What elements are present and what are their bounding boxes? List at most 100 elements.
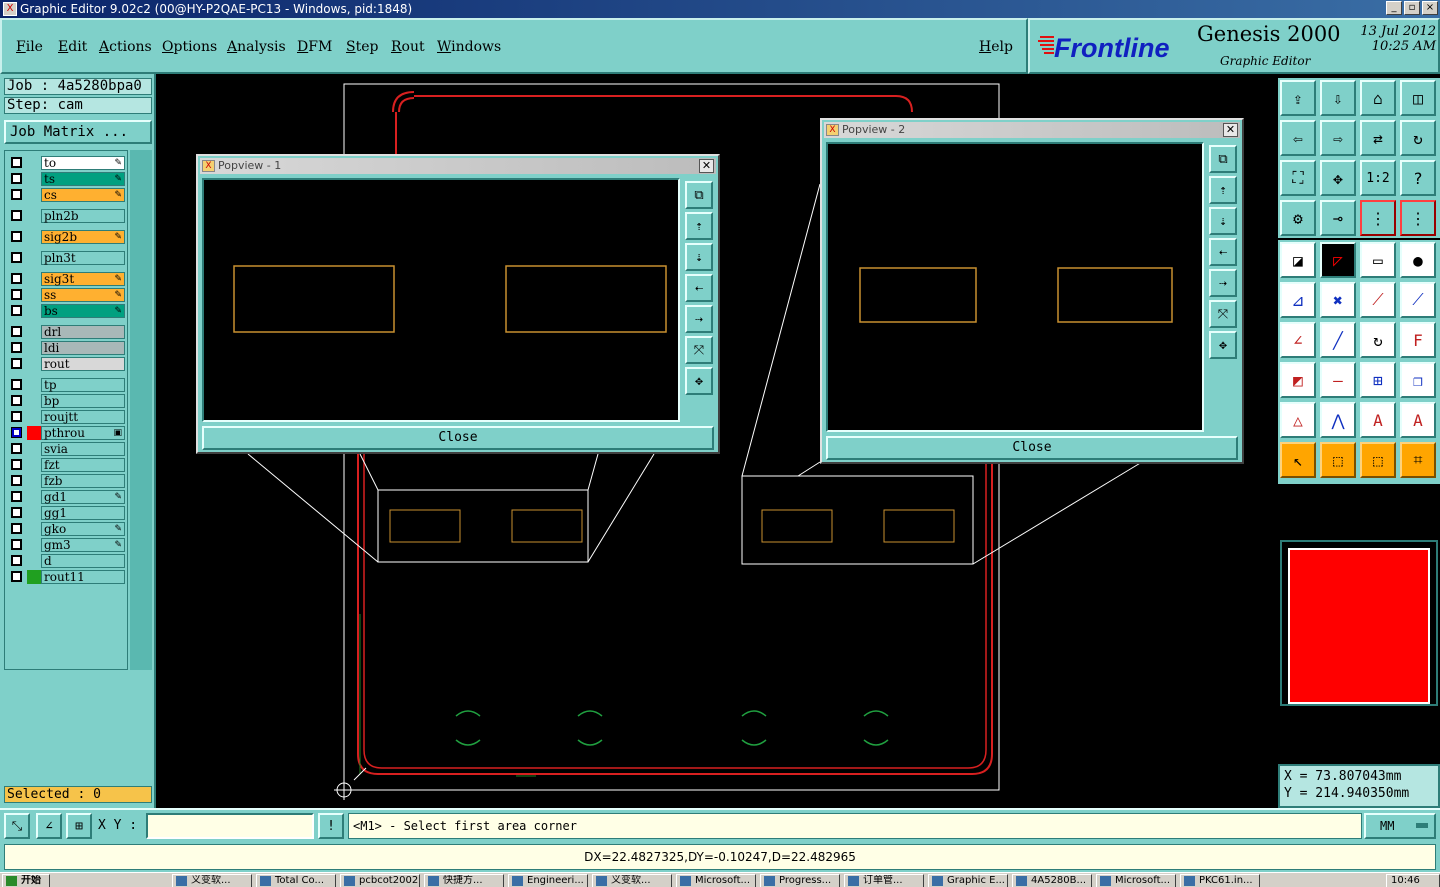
layer-row-ss[interactable]: ss ✎ (7, 288, 127, 302)
layer-name[interactable]: drl (41, 325, 125, 339)
layer-row-fzt[interactable]: fzt (7, 458, 127, 472)
layer-name[interactable]: ss ✎ (41, 288, 125, 302)
menu-windows[interactable]: Windows (437, 39, 501, 55)
pan-down-icon[interactable]: ⇩ (1320, 80, 1356, 116)
xy-input[interactable] (146, 813, 314, 839)
layer-checkbox[interactable] (11, 427, 22, 438)
angle-icon[interactable]: ∠ (1280, 322, 1316, 358)
layer-name[interactable]: svia (41, 442, 125, 456)
layer-name[interactable]: d (41, 554, 125, 568)
popview-2-close-button[interactable]: Close (826, 436, 1238, 460)
layer-checkbox[interactable] (11, 173, 22, 184)
popview-pan-down-icon[interactable]: ⇣ (685, 243, 713, 271)
taskbar-item[interactable]: 义变软... (172, 874, 252, 887)
menu-edit[interactable]: Edit (58, 39, 87, 55)
maximize-button[interactable]: ▫ (1404, 1, 1420, 15)
arc-icon[interactable]: ↻ (1360, 322, 1396, 358)
popview-1[interactable]: X Popview - 1 ✕ ⧉ ⇡ ⇣ ⇠ ⇢ ⤧ ✥ Close (196, 154, 720, 454)
layer-row-gko[interactable]: gko ✎ (7, 522, 127, 536)
layer-checkbox[interactable] (11, 507, 22, 518)
peak-icon[interactable]: ⋀ (1320, 402, 1356, 438)
popview-2-view[interactable] (826, 142, 1204, 432)
text-icon[interactable]: F (1400, 322, 1436, 358)
layer-row-pthrou[interactable]: pthrou ▣ (7, 426, 127, 440)
layer-checkbox[interactable] (11, 231, 22, 242)
taskbar-item[interactable]: Progress... (760, 874, 840, 887)
layer-name[interactable]: tp (41, 378, 125, 392)
snap-icon[interactable]: ⌗ (1400, 442, 1436, 478)
window-titlebar[interactable]: X Graphic Editor 9.02c2 (00@HY-P2QAE-PC1… (0, 0, 1440, 18)
taskbar-item[interactable]: pcbcot2002... (340, 874, 420, 887)
zoom-fit-icon[interactable]: ⛶ (1280, 160, 1316, 196)
split-view-icon[interactable]: ◫ (1400, 80, 1436, 116)
layer-name[interactable]: pthrou ▣ (41, 426, 125, 440)
settings-icon[interactable]: ⚙ (1280, 200, 1316, 236)
layer-checkbox[interactable] (11, 571, 22, 582)
layer-row-tp[interactable]: tp (7, 378, 127, 392)
popview-pan-right-icon[interactable]: ⇢ (685, 305, 713, 333)
popview-pan-right-icon[interactable]: ⇢ (1209, 269, 1237, 297)
layer-checkbox[interactable] (11, 411, 22, 422)
layer-name[interactable]: roujtt (41, 410, 125, 424)
popview-pan-up-icon[interactable]: ⇡ (1209, 176, 1237, 204)
snap-mode-icon[interactable]: ⤡ (4, 813, 30, 839)
layer-row-ldi[interactable]: ldi (7, 341, 127, 355)
line-add-icon[interactable]: ⟋ (1360, 282, 1396, 318)
layer-name[interactable]: bs ✎ (41, 304, 125, 318)
layer-checkbox[interactable] (11, 379, 22, 390)
layer-checkbox[interactable] (11, 305, 22, 316)
popview-zoom-fit-icon[interactable]: ⧉ (685, 181, 713, 209)
layer-name[interactable]: rout (41, 357, 125, 371)
layer-name[interactable]: ts ✎ (41, 172, 125, 186)
layer-checkbox[interactable] (11, 475, 22, 486)
minimize-button[interactable]: _ (1386, 1, 1402, 15)
units-dropdown[interactable]: MM (1364, 813, 1436, 839)
layer-name[interactable]: fzt (41, 458, 125, 472)
popview-1-titlebar[interactable]: X Popview - 1 ✕ (200, 158, 716, 174)
polygon-select-icon[interactable]: ◸ (1320, 242, 1356, 278)
layer-name[interactable]: rout11 (41, 570, 125, 584)
popview-pan-down-icon[interactable]: ⇣ (1209, 207, 1237, 235)
popview-zoom-in-icon[interactable]: ✥ (1209, 331, 1237, 359)
menu-analysis[interactable]: Analysis (227, 39, 286, 55)
layer-name[interactable]: pln3t (41, 251, 125, 265)
copy-icon[interactable]: ❐ (1400, 362, 1436, 398)
delete-feature-icon[interactable]: ✖ (1320, 282, 1356, 318)
layer-name[interactable]: pln2b (41, 209, 125, 223)
help-icon[interactable]: ? (1400, 160, 1436, 196)
taskbar-item[interactable]: 订单管... (844, 874, 924, 887)
layer-checkbox[interactable] (11, 342, 22, 353)
layer-row-gm3[interactable]: gm3 ✎ (7, 538, 127, 552)
taskbar-item[interactable]: 快捷方... (424, 874, 504, 887)
layer-checkbox[interactable] (11, 252, 22, 263)
layer-name[interactable]: cs ✎ (41, 188, 125, 202)
layer-checkbox[interactable] (11, 289, 22, 300)
shape-add-icon[interactable]: ◩ (1280, 362, 1316, 398)
layer-name[interactable]: sig3t ✎ (41, 272, 125, 286)
layer-name[interactable]: gko ✎ (41, 522, 125, 536)
ruler-icon[interactable]: ▭ (1360, 242, 1396, 278)
angle-mode-icon[interactable]: ∠ (36, 813, 62, 839)
slash-icon[interactable]: ╱ (1320, 322, 1356, 358)
layer-row-gd1[interactable]: gd1 ✎ (7, 490, 127, 504)
arch-icon[interactable]: A (1360, 402, 1396, 438)
popview-pan-left-icon[interactable]: ⇠ (685, 274, 713, 302)
close-window-button[interactable]: × (1422, 1, 1438, 15)
net-select-icon[interactable]: ⋮ (1400, 200, 1436, 236)
taskbar-item[interactable]: Total Co... (256, 874, 336, 887)
popview-zoom-out-icon[interactable]: ⤧ (685, 336, 713, 364)
layer-row-gg1[interactable]: gg1 (7, 506, 127, 520)
popview-pan-up-icon[interactable]: ⇡ (685, 212, 713, 240)
mirror-icon[interactable]: ⇄ (1360, 120, 1396, 156)
pointer-icon[interactable]: ↖ (1280, 442, 1316, 478)
layer-name[interactable]: bp (41, 394, 125, 408)
layer-row-pln3t[interactable]: pln3t (7, 251, 127, 265)
menu-help[interactable]: Help (979, 39, 1013, 55)
layer-row-fzb[interactable]: fzb (7, 474, 127, 488)
layer-checkbox[interactable] (11, 326, 22, 337)
line-move-icon[interactable]: ⟋ (1400, 282, 1436, 318)
layer-name[interactable]: fzb (41, 474, 125, 488)
popview-2-close-icon[interactable]: ✕ (1223, 123, 1238, 137)
zoom-center-icon[interactable]: ✥ (1320, 160, 1356, 196)
layer-row-bp[interactable]: bp (7, 394, 127, 408)
